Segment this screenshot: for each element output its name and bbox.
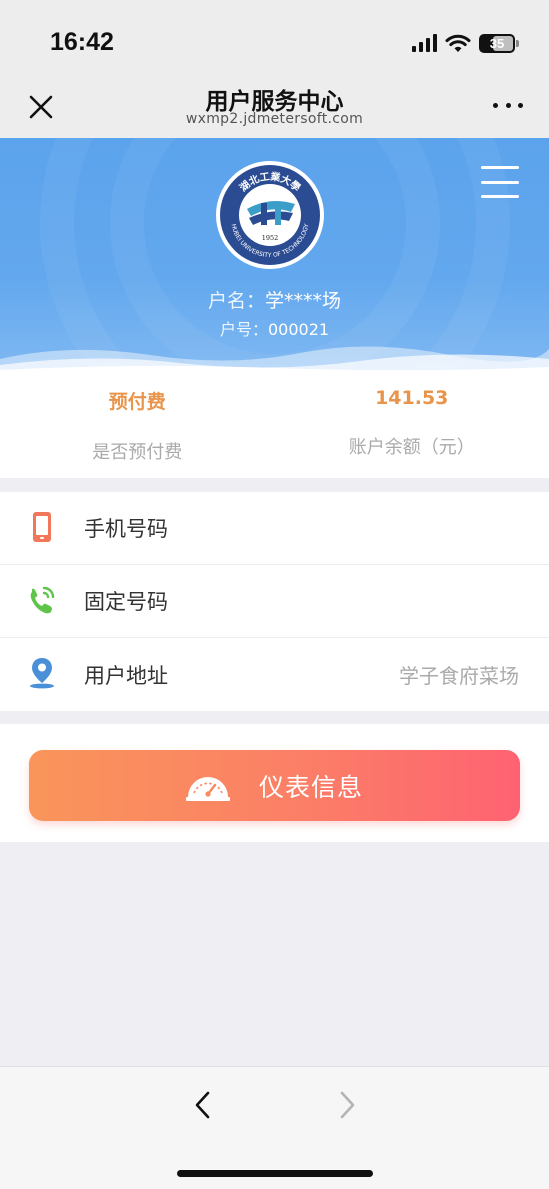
owner-name: 户名：学****场 (207, 290, 342, 312)
landline-icon (30, 586, 55, 614)
status-icons: 35 (412, 33, 519, 53)
phone-icon (33, 512, 51, 542)
battery-level: 35 (489, 35, 505, 51)
back-icon[interactable] (188, 1087, 218, 1123)
list-item-landline[interactable]: 固定号码 (0, 565, 549, 638)
cellular-signal-icon (412, 34, 437, 52)
logo-year: 1952 (262, 234, 279, 242)
banner-wave (0, 346, 549, 373)
university-logo: 湖北工業大學 HUBEI UNIVERSITY OF TECHNOLOGY 19… (216, 161, 324, 269)
location-icon (30, 658, 54, 689)
list-item-mobile[interactable]: 手机号码 (0, 492, 549, 565)
info-list: 手机号码 固定号码 用户地址 学子食府菜场 (0, 492, 549, 711)
balance-summary: 141.53 账户余额（元） (275, 370, 549, 478)
meter-section: 仪表信息 (0, 724, 549, 842)
prepaid-summary: 预付费 是否预付费 (0, 370, 275, 478)
address-value: 学子食府菜场 (399, 664, 519, 688)
nav-bar: 用户服务中心 wxmp2.jdmetersoft.com (0, 78, 549, 138)
balance-value: 141.53 (375, 387, 449, 409)
wifi-icon (445, 34, 471, 52)
more-icon[interactable] (493, 100, 523, 110)
meter-info-button[interactable]: 仪表信息 (29, 750, 520, 821)
forward-icon[interactable] (332, 1087, 362, 1123)
list-label: 手机号码 (84, 517, 168, 541)
prepaid-value: 预付费 (108, 391, 166, 413)
status-time: 16:42 (50, 28, 114, 56)
account-summary: 预付费 是否预付费 141.53 账户余额（元） (0, 370, 549, 478)
page-url: wxmp2.jdmetersoft.com (185, 111, 364, 127)
prepaid-label: 是否预付费 (92, 442, 183, 463)
gauge-icon (186, 777, 230, 801)
list-label: 固定号码 (84, 590, 168, 614)
list-item-address[interactable]: 用户地址 学子食府菜场 (0, 638, 549, 711)
balance-label: 账户余额（元） (348, 437, 475, 458)
hamburger-menu-icon[interactable] (481, 166, 519, 198)
battery-icon: 35 (479, 33, 519, 53)
status-bar: 16:42 35 (0, 0, 549, 78)
list-label: 用户地址 (84, 663, 168, 688)
profile-banner: 湖北工業大學 HUBEI UNIVERSITY OF TECHNOLOGY 19… (0, 138, 549, 373)
meter-button-label: 仪表信息 (259, 773, 364, 802)
home-indicator[interactable] (177, 1170, 373, 1177)
